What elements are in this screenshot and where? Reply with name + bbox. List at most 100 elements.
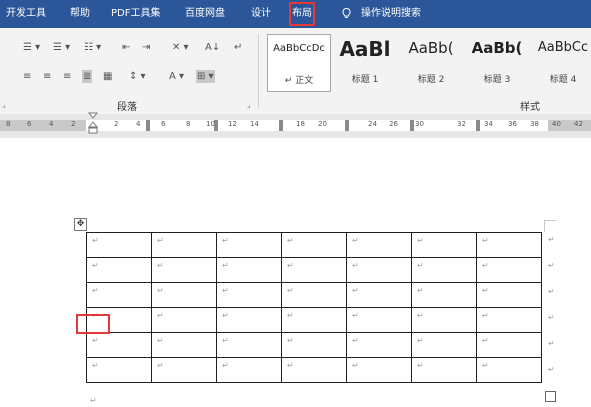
lightbulb-icon (342, 8, 351, 18)
show-marks-button[interactable]: ↵ (233, 41, 243, 54)
cell-end-mark: ↵ (157, 311, 164, 320)
style-heading-2[interactable]: AaBb( 标题 2 (399, 34, 463, 92)
cell-end-mark: ↵ (157, 236, 164, 245)
ruler-number: 24 (368, 120, 377, 128)
table-cell[interactable]: ↵ (281, 332, 347, 358)
multilevel-list-button[interactable]: ☷ ▾ (83, 41, 102, 54)
table-cell[interactable]: ↵ (346, 357, 412, 383)
tab-help[interactable]: 帮助 (70, 0, 90, 28)
tab-layout[interactable]: 布局 (287, 0, 317, 28)
cell-end-mark: ↵ (287, 236, 294, 245)
table-cell[interactable]: ↵ (411, 307, 477, 333)
table-cell[interactable]: ↵ (476, 282, 542, 308)
ruler-column-marker[interactable] (279, 120, 283, 131)
tab-pdf-tools[interactable]: PDF工具集 (111, 0, 160, 28)
table-cell[interactable]: ↵ (476, 307, 542, 333)
ruler-number: 8 (186, 120, 191, 128)
align-right-button[interactable]: ≡ (62, 70, 72, 83)
table-cell[interactable]: ↵ (151, 332, 217, 358)
table-cell[interactable]: ↵ (476, 332, 542, 358)
table-cell[interactable]: ↵ (411, 357, 477, 383)
sort-button[interactable]: A↓ (204, 41, 221, 54)
table-cell[interactable]: ↵ (346, 282, 412, 308)
table-cell[interactable]: ↵ (281, 307, 347, 333)
table-cell[interactable]: ↵ (411, 282, 477, 308)
table-cell[interactable]: ↵ (86, 357, 152, 383)
ruler-column-marker[interactable] (410, 120, 414, 131)
style-heading-4[interactable]: AaBbCc 标题 4 (531, 34, 591, 92)
table-cell[interactable]: ↵ (476, 257, 542, 283)
cell-end-mark: ↵ (482, 336, 489, 345)
ruler-number: 12 (228, 120, 237, 128)
table-cell[interactable]: ↵ (151, 282, 217, 308)
increase-indent-button[interactable]: ⇥ (141, 41, 151, 54)
ruler-number: 30 (415, 120, 424, 128)
table-cell[interactable]: ↵ (346, 257, 412, 283)
table-cell[interactable]: ↵ (281, 257, 347, 283)
style-heading-3[interactable]: AaBb( 标题 3 (465, 34, 529, 92)
table-cell[interactable]: ↵ (476, 357, 542, 383)
ruler-column-marker[interactable] (146, 120, 150, 131)
indent-marker-icon[interactable] (88, 112, 98, 138)
table-cell[interactable]: ↵ (86, 232, 152, 258)
table-cell[interactable]: ↵ (281, 232, 347, 258)
style-preview: AaBbCcDc (273, 43, 325, 54)
align-center-button[interactable]: ≡ (42, 70, 52, 83)
table-cell[interactable]: ↵ (216, 232, 282, 258)
table-cell[interactable]: ↵ (281, 357, 347, 383)
tab-baidu-netdisk[interactable]: 百度网盘 (185, 0, 225, 28)
table-cell[interactable]: ↵ (411, 257, 477, 283)
decrease-indent-button[interactable]: ⇤ (121, 41, 131, 54)
cell-end-mark: ↵ (417, 311, 424, 320)
tab-design[interactable]: 设计 (251, 0, 271, 28)
ruler-column-marker[interactable] (476, 120, 480, 131)
table-cell[interactable]: ↵ (86, 282, 152, 308)
cell-end-mark: ↵ (222, 336, 229, 345)
bullets-button[interactable]: ☰ ▾ (22, 41, 41, 54)
align-left-button[interactable]: ≡ (22, 70, 32, 83)
table-cell[interactable]: ↵ (216, 257, 282, 283)
justify-button[interactable]: ≣ (82, 70, 93, 83)
font-launcher-icon[interactable]: ⌟ (2, 100, 6, 109)
table-cell[interactable]: ↵ (346, 232, 412, 258)
ruler-column-marker[interactable] (214, 120, 218, 131)
table-cell[interactable]: ↵ (346, 332, 412, 358)
table-cell[interactable]: ↵ (151, 257, 217, 283)
line-spacing-button[interactable]: ↕ ▾ (128, 70, 147, 83)
table-cell[interactable]: ↵ (281, 282, 347, 308)
table-move-handle-icon[interactable]: ✥ (74, 218, 87, 231)
style-normal[interactable]: AaBbCcDc ↵ 正文 (267, 34, 331, 92)
tab-developer[interactable]: 开发工具 (6, 0, 46, 28)
table-cell[interactable]: ↵ (216, 307, 282, 333)
tell-me-search[interactable]: 操作说明搜索 (361, 0, 421, 28)
cell-end-mark: ↵ (352, 261, 359, 270)
table-cell[interactable]: ↵ (86, 332, 152, 358)
cell-end-mark: ↵ (482, 311, 489, 320)
borders-button[interactable]: ⊞ ▾ (196, 70, 215, 83)
table-cell[interactable]: ↵ (411, 332, 477, 358)
distributed-button[interactable]: ▦ (102, 70, 113, 83)
table-cell[interactable]: ↵ (411, 232, 477, 258)
table-cell[interactable]: ↵ (216, 332, 282, 358)
table-cell[interactable]: ↵ (216, 282, 282, 308)
word-table[interactable]: ↵ ↵ ↵ ↵ ↵ ↵ ↵ ↵ ↵ ↵ ↵ ↵ ↵ ↵ ↵ ↵ ↵ ↵ ↵ ↵ ↵ ↵ ↵ ↵ ↵ ↵ ↵ ↵ ↵ ↵ ↵ ↵ ↵ ↵ ↵ ↵ ↵ ↵ ↵ ↵… (86, 232, 542, 383)
table-cell[interactable]: ↵ (151, 232, 217, 258)
chinese-layout-button[interactable]: ✕ ▾ (171, 41, 190, 54)
ruler-number: 6 (27, 120, 32, 128)
cell-end-mark: ↵ (222, 361, 229, 370)
table-cell[interactable]: ↵ (346, 307, 412, 333)
table-cell[interactable]: ↵ (86, 257, 152, 283)
table-cell[interactable]: ↵ (151, 307, 217, 333)
table-cell[interactable]: ↵ (216, 357, 282, 383)
shading-button[interactable]: A ▾ (168, 70, 185, 83)
numbering-button[interactable]: ☰ ▾ (52, 41, 71, 54)
table-cell[interactable]: ↵ (476, 232, 542, 258)
ribbon-home: ☰ ▾ ☰ ▾ ☷ ▾ ⇤ ⇥ ✕ ▾ A↓ ↵ ≡ ≡ ≡ ≣ ▦ ↕ ▾ A… (0, 28, 591, 115)
ruler-column-marker[interactable] (345, 120, 349, 131)
paragraph-launcher-icon[interactable]: ⌟ (247, 100, 251, 109)
table-resize-handle-icon[interactable] (545, 391, 556, 402)
style-heading-1[interactable]: AaBl 标题 1 (333, 34, 397, 92)
table-cell[interactable]: ↵ (151, 357, 217, 383)
style-preview: AaBbCc (537, 40, 589, 55)
ruler-number: 14 (250, 120, 259, 128)
